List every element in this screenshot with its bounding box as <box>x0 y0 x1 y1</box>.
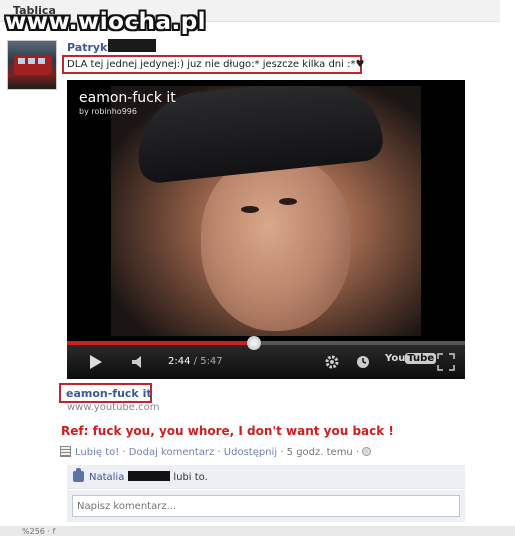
watch-later-icon[interactable] <box>355 354 371 370</box>
gear-icon[interactable] <box>324 354 340 370</box>
volume-icon[interactable] <box>131 355 145 369</box>
youtube-logo[interactable]: You Tube <box>385 353 437 364</box>
globe-icon[interactable] <box>362 447 372 456</box>
fullscreen-icon[interactable] <box>437 353 455 371</box>
current-time: 2:44 <box>168 356 191 367</box>
bottom-strip <box>0 526 515 536</box>
caption-annotation: Ref: fuck you, you whore, I don't want y… <box>61 424 394 438</box>
thumbnail-face <box>201 156 351 331</box>
comment-area <box>67 490 465 522</box>
play-icon[interactable] <box>89 354 103 370</box>
author-name-link[interactable]: Patryk <box>67 41 107 54</box>
video-thumbnail[interactable] <box>111 86 421 336</box>
video-title[interactable]: eamon-fuck it <box>79 90 176 106</box>
add-comment-link[interactable]: Dodaj komentarz <box>129 447 214 458</box>
likes-row: Natalia lubi to. <box>67 465 465 489</box>
redacted-liker-surname <box>128 471 171 481</box>
progress-bar[interactable] <box>67 336 465 350</box>
post-actions: Lubię to! · Dodaj komentarz · Udostępnij… <box>60 446 372 458</box>
total-time: 5:47 <box>200 356 223 367</box>
progress-fill <box>67 341 255 345</box>
shared-link-title[interactable]: eamon-fuck it <box>59 383 152 403</box>
liker-name-link[interactable]: Natalia <box>89 472 124 483</box>
thumbs-up-icon <box>73 468 84 482</box>
time-display: 2:44 / 5:47 <box>168 356 223 367</box>
redacted-surname <box>108 39 156 52</box>
video-player[interactable]: eamon-fuck it by robinho996 2:44 / 5:47 … <box>67 80 465 379</box>
post-timestamp[interactable]: 5 godz. temu <box>287 447 353 458</box>
video-uploader[interactable]: by robinho996 <box>79 107 137 116</box>
site-watermark: www.wiocha.pl <box>5 9 207 35</box>
comment-input[interactable] <box>72 495 460 517</box>
shared-link-domain: www.youtube.com <box>67 402 160 413</box>
progress-handle[interactable] <box>247 336 262 350</box>
status-text: DLA tej jednej jedynej:) juz nie długo:*… <box>62 55 364 74</box>
share-link[interactable]: Udostępnij <box>224 447 277 458</box>
player-controls: 2:44 / 5:47 You Tube <box>67 336 465 379</box>
bottom-cut-text: %256 · f <box>22 527 56 536</box>
video-icon <box>60 446 71 457</box>
like-link[interactable]: Lubię to! <box>75 447 119 458</box>
author-avatar[interactable] <box>7 40 57 90</box>
likes-suffix: lubi to. <box>173 472 208 483</box>
